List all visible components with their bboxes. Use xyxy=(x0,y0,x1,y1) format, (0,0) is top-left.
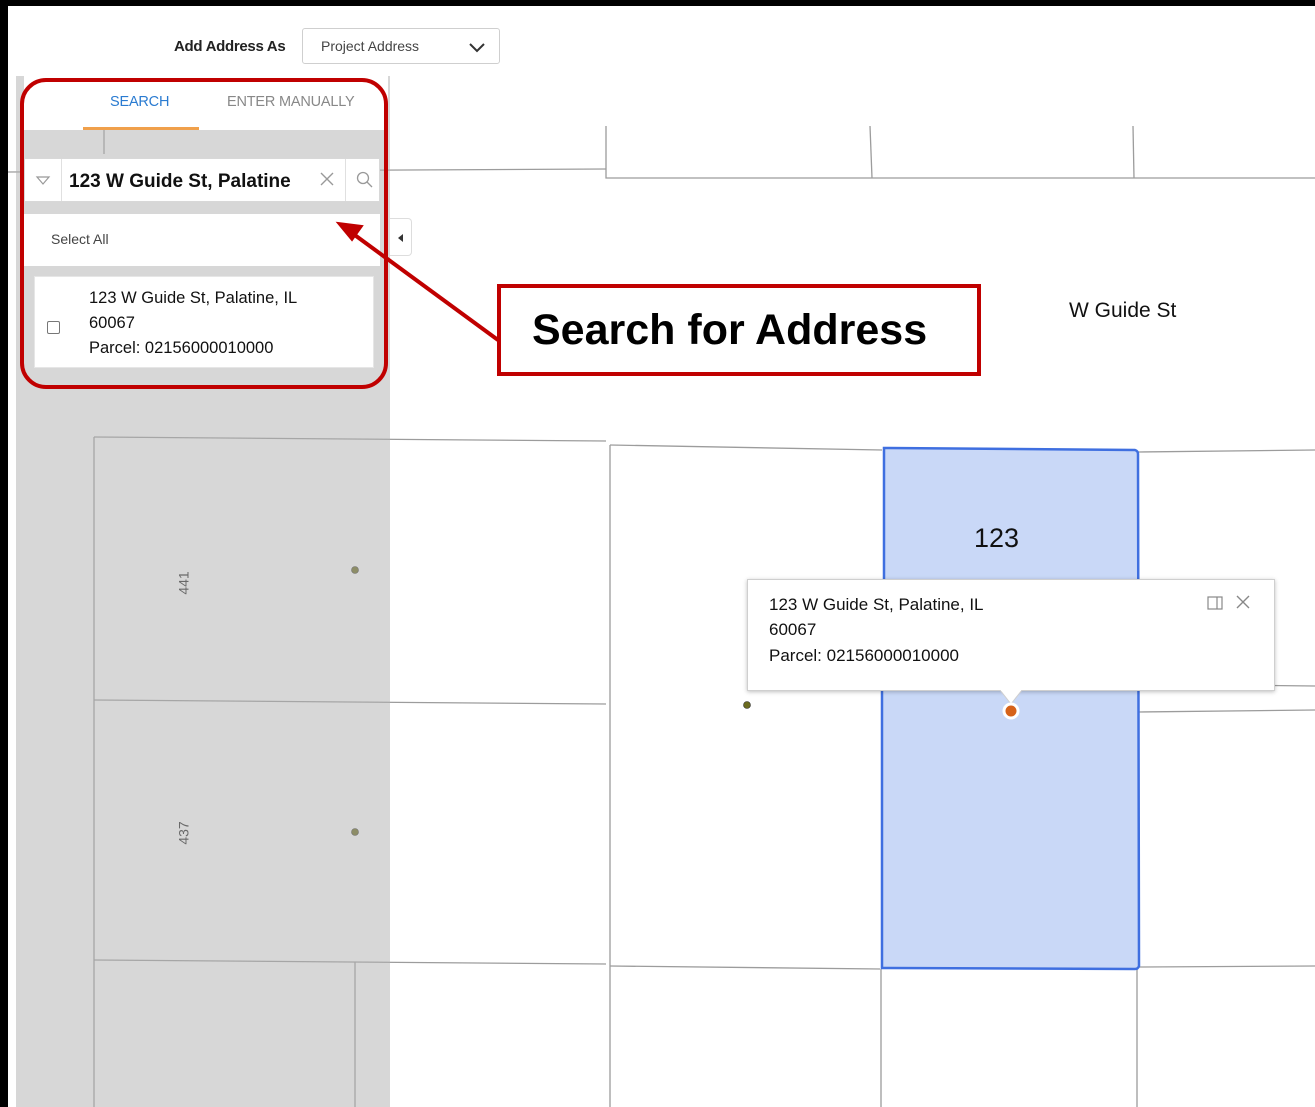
chevron-down-icon xyxy=(469,43,485,53)
annotation-highlight-ring xyxy=(20,78,388,389)
add-address-as-label: Add Address As xyxy=(174,38,286,55)
parcel-popup: 123 W Guide St, Palatine, IL 60067 Parce… xyxy=(747,579,1275,691)
popup-address-line: 123 W Guide St, Palatine, IL xyxy=(769,595,984,614)
toolbar: Add Address As Project Address xyxy=(8,6,1315,76)
address-point xyxy=(743,701,751,709)
collapse-panel-button[interactable] xyxy=(390,218,412,256)
street-label: W Guide St xyxy=(1069,299,1177,322)
popup-parcel-line: Parcel: 02156000010000 xyxy=(769,646,959,665)
collapse-left-icon xyxy=(398,234,403,242)
location-marker-icon[interactable] xyxy=(1000,700,1022,722)
address-type-value: Project Address xyxy=(321,38,420,54)
parcel-number-label: 123 xyxy=(974,523,1020,553)
address-type-select[interactable]: Project Address xyxy=(302,28,500,64)
dock-icon[interactable] xyxy=(1207,596,1223,610)
annotation-label: Search for Address xyxy=(532,306,928,354)
annotation-callout: Search for Address xyxy=(497,284,981,376)
popup-zip-line: 60067 xyxy=(769,620,817,639)
close-icon[interactable] xyxy=(1235,594,1251,610)
